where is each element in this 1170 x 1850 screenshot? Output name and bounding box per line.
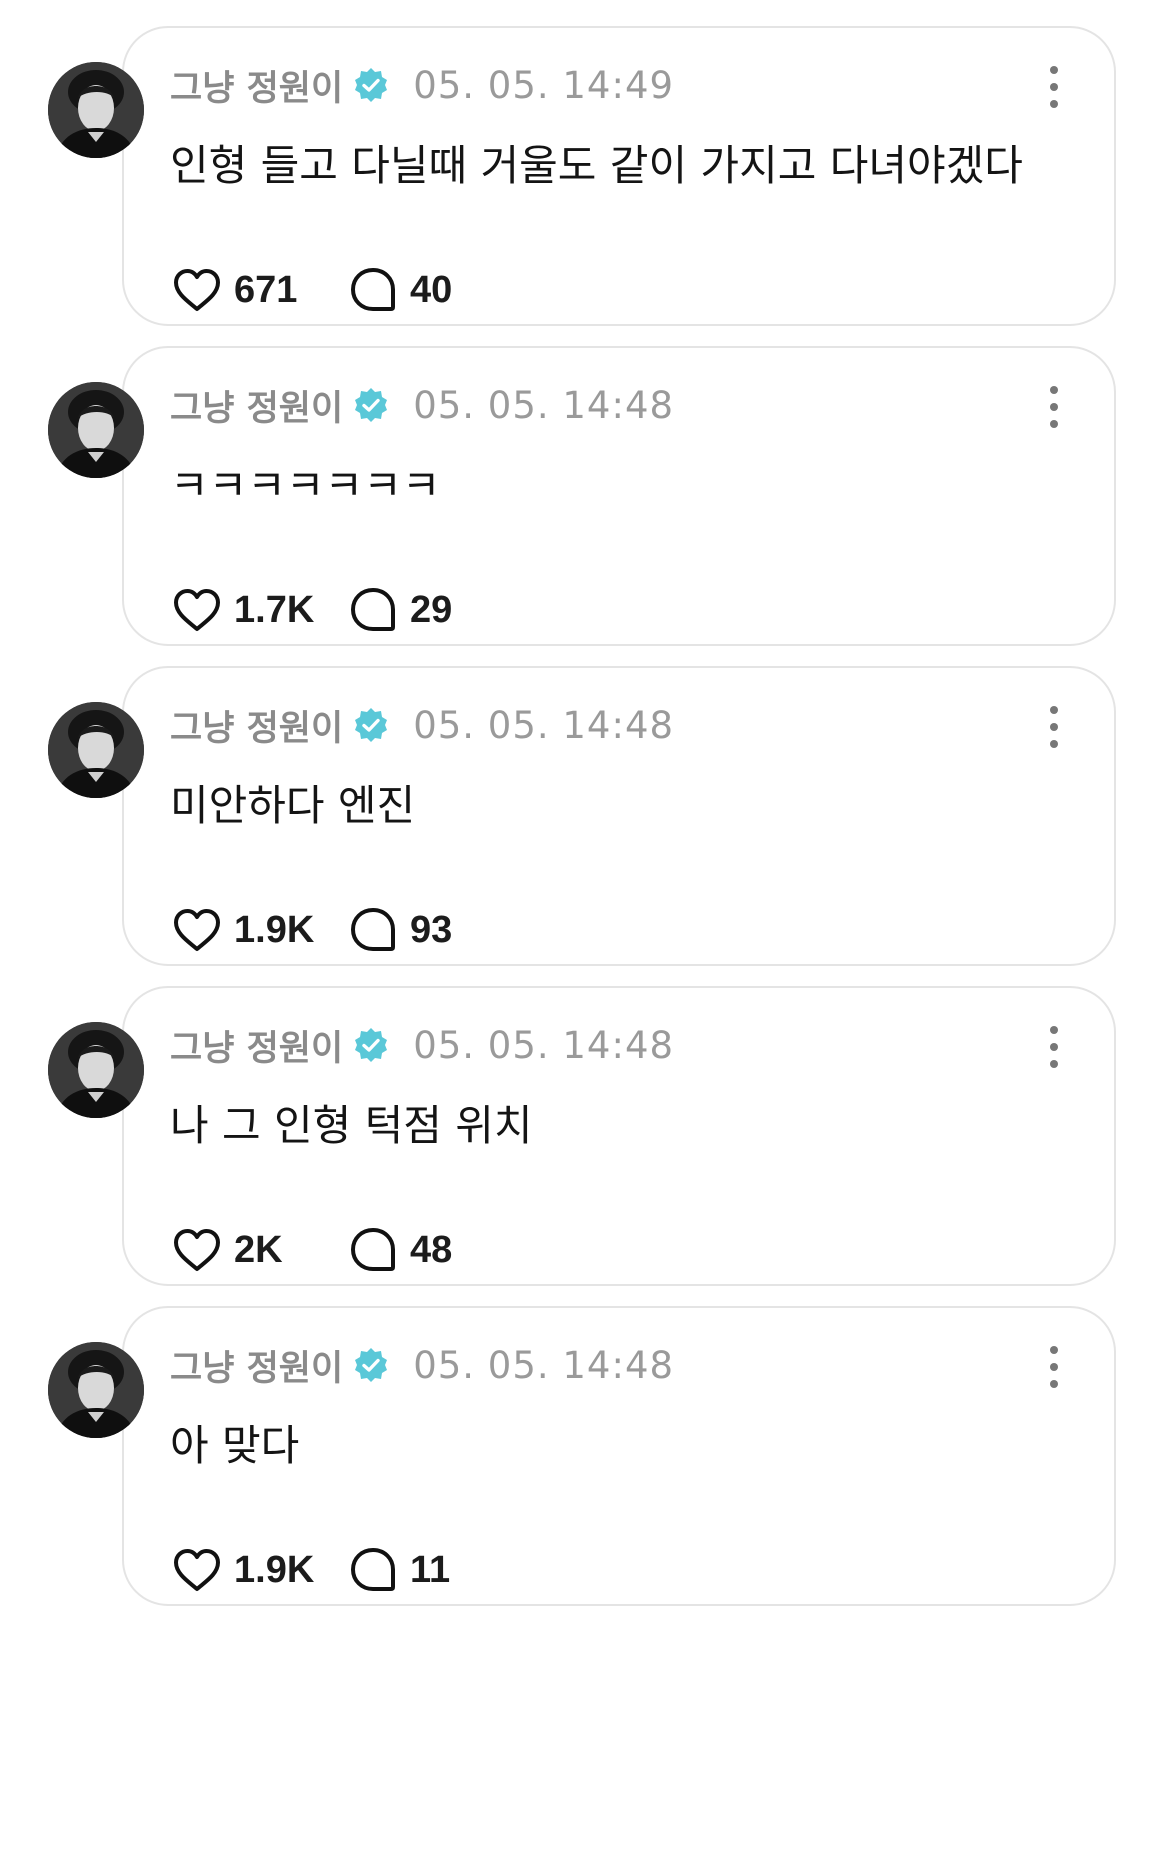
verified-badge-icon (353, 387, 389, 423)
heart-icon (170, 903, 224, 957)
like-count: 1.9K (234, 908, 315, 951)
post-actions: 671 40 (170, 262, 452, 318)
reply-button[interactable]: 11 (346, 1543, 450, 1597)
post-header: 그냥 정원이 05. 05. 14:48 (170, 1340, 674, 1390)
more-options-icon[interactable] (1044, 1026, 1064, 1068)
like-button[interactable]: 1.9K (170, 1543, 346, 1597)
post-text: 나 그 인형 턱점 위치 (170, 1101, 533, 1150)
post-item: 그냥 정원이 05. 05. 14:49 인형 들고 다닐때 거울도 같이 가지… (0, 26, 1170, 326)
post-feed: 그냥 정원이 05. 05. 14:49 인형 들고 다닐때 거울도 같이 가지… (0, 0, 1170, 1850)
verified-badge-icon (353, 67, 389, 103)
speech-bubble-icon (346, 903, 400, 957)
more-options-icon[interactable] (1044, 1346, 1064, 1388)
more-options-icon[interactable] (1044, 706, 1064, 748)
reply-count: 29 (410, 588, 453, 631)
speech-bubble-icon (346, 263, 400, 317)
post-timestamp: 05. 05. 14:49 (413, 63, 675, 107)
post-item: 그냥 정원이 05. 05. 14:48 나 그 인형 턱점 위치 2K 48 (0, 986, 1170, 1286)
author-name[interactable]: 그냥 정원이 (170, 1020, 343, 1071)
verified-badge-icon (353, 1027, 389, 1063)
post-card[interactable]: 그냥 정원이 05. 05. 14:48 나 그 인형 턱점 위치 2K 48 (122, 986, 1116, 1286)
author-name[interactable]: 그냥 정원이 (170, 60, 343, 111)
reply-count: 11 (410, 1548, 451, 1591)
reply-count: 40 (410, 268, 453, 311)
avatar[interactable] (48, 62, 144, 158)
reply-button[interactable]: 93 (346, 903, 452, 957)
post-text: ㅋㅋㅋㅋㅋㅋㅋ (170, 461, 441, 510)
like-count: 1.7K (234, 588, 315, 631)
post-actions: 2K 48 (170, 1222, 452, 1278)
heart-icon (170, 1543, 224, 1597)
speech-bubble-icon (346, 583, 400, 637)
post-text: 아 맞다 (170, 1421, 300, 1470)
post-item: 그냥 정원이 05. 05. 14:48 아 맞다 1.9K 11 (0, 1306, 1170, 1606)
post-timestamp: 05. 05. 14:48 (413, 1023, 675, 1067)
speech-bubble-icon (346, 1543, 400, 1597)
reply-button[interactable]: 40 (346, 263, 452, 317)
post-text: 인형 들고 다닐때 거울도 같이 가지고 다녀야겠다 (170, 141, 1023, 190)
post-actions: 1.9K 93 (170, 902, 452, 958)
post-card[interactable]: 그냥 정원이 05. 05. 14:48 아 맞다 1.9K 11 (122, 1306, 1116, 1606)
like-button[interactable]: 671 (170, 263, 346, 317)
heart-icon (170, 263, 224, 317)
post-header: 그냥 정원이 05. 05. 14:48 (170, 1020, 674, 1070)
like-button[interactable]: 1.7K (170, 583, 346, 637)
author-name[interactable]: 그냥 정원이 (170, 700, 343, 751)
verified-badge-icon (353, 1347, 389, 1383)
like-button[interactable]: 1.9K (170, 903, 346, 957)
post-text: 미안하다 엔진 (170, 781, 416, 830)
avatar[interactable] (48, 1022, 144, 1118)
post-item: 그냥 정원이 05. 05. 14:48 ㅋㅋㅋㅋㅋㅋㅋ 1.7K 29 (0, 346, 1170, 646)
like-count: 671 (234, 268, 298, 311)
post-card[interactable]: 그냥 정원이 05. 05. 14:48 미안하다 엔진 1.9K 93 (122, 666, 1116, 966)
post-header: 그냥 정원이 05. 05. 14:48 (170, 380, 674, 430)
heart-icon (170, 583, 224, 637)
like-count: 1.9K (234, 1548, 315, 1591)
avatar[interactable] (48, 702, 144, 798)
like-button[interactable]: 2K (170, 1223, 346, 1277)
reply-button[interactable]: 48 (346, 1223, 452, 1277)
more-options-icon[interactable] (1044, 386, 1064, 428)
post-timestamp: 05. 05. 14:48 (413, 1343, 675, 1387)
more-options-icon[interactable] (1044, 66, 1064, 108)
like-count: 2K (234, 1228, 283, 1271)
post-card[interactable]: 그냥 정원이 05. 05. 14:48 ㅋㅋㅋㅋㅋㅋㅋ 1.7K 29 (122, 346, 1116, 646)
post-actions: 1.7K 29 (170, 582, 452, 638)
reply-button[interactable]: 29 (346, 583, 452, 637)
author-name[interactable]: 그냥 정원이 (170, 1340, 343, 1391)
avatar[interactable] (48, 382, 144, 478)
reply-count: 93 (410, 908, 453, 951)
speech-bubble-icon (346, 1223, 400, 1277)
verified-badge-icon (353, 707, 389, 743)
heart-icon (170, 1223, 224, 1277)
post-card[interactable]: 그냥 정원이 05. 05. 14:49 인형 들고 다닐때 거울도 같이 가지… (122, 26, 1116, 326)
post-header: 그냥 정원이 05. 05. 14:48 (170, 700, 674, 750)
author-name[interactable]: 그냥 정원이 (170, 380, 343, 431)
post-timestamp: 05. 05. 14:48 (413, 703, 675, 747)
avatar[interactable] (48, 1342, 144, 1438)
post-header: 그냥 정원이 05. 05. 14:49 (170, 60, 674, 110)
reply-count: 48 (410, 1228, 453, 1271)
post-timestamp: 05. 05. 14:48 (413, 383, 675, 427)
post-actions: 1.9K 11 (170, 1542, 450, 1598)
post-item: 그냥 정원이 05. 05. 14:48 미안하다 엔진 1.9K 93 (0, 666, 1170, 966)
